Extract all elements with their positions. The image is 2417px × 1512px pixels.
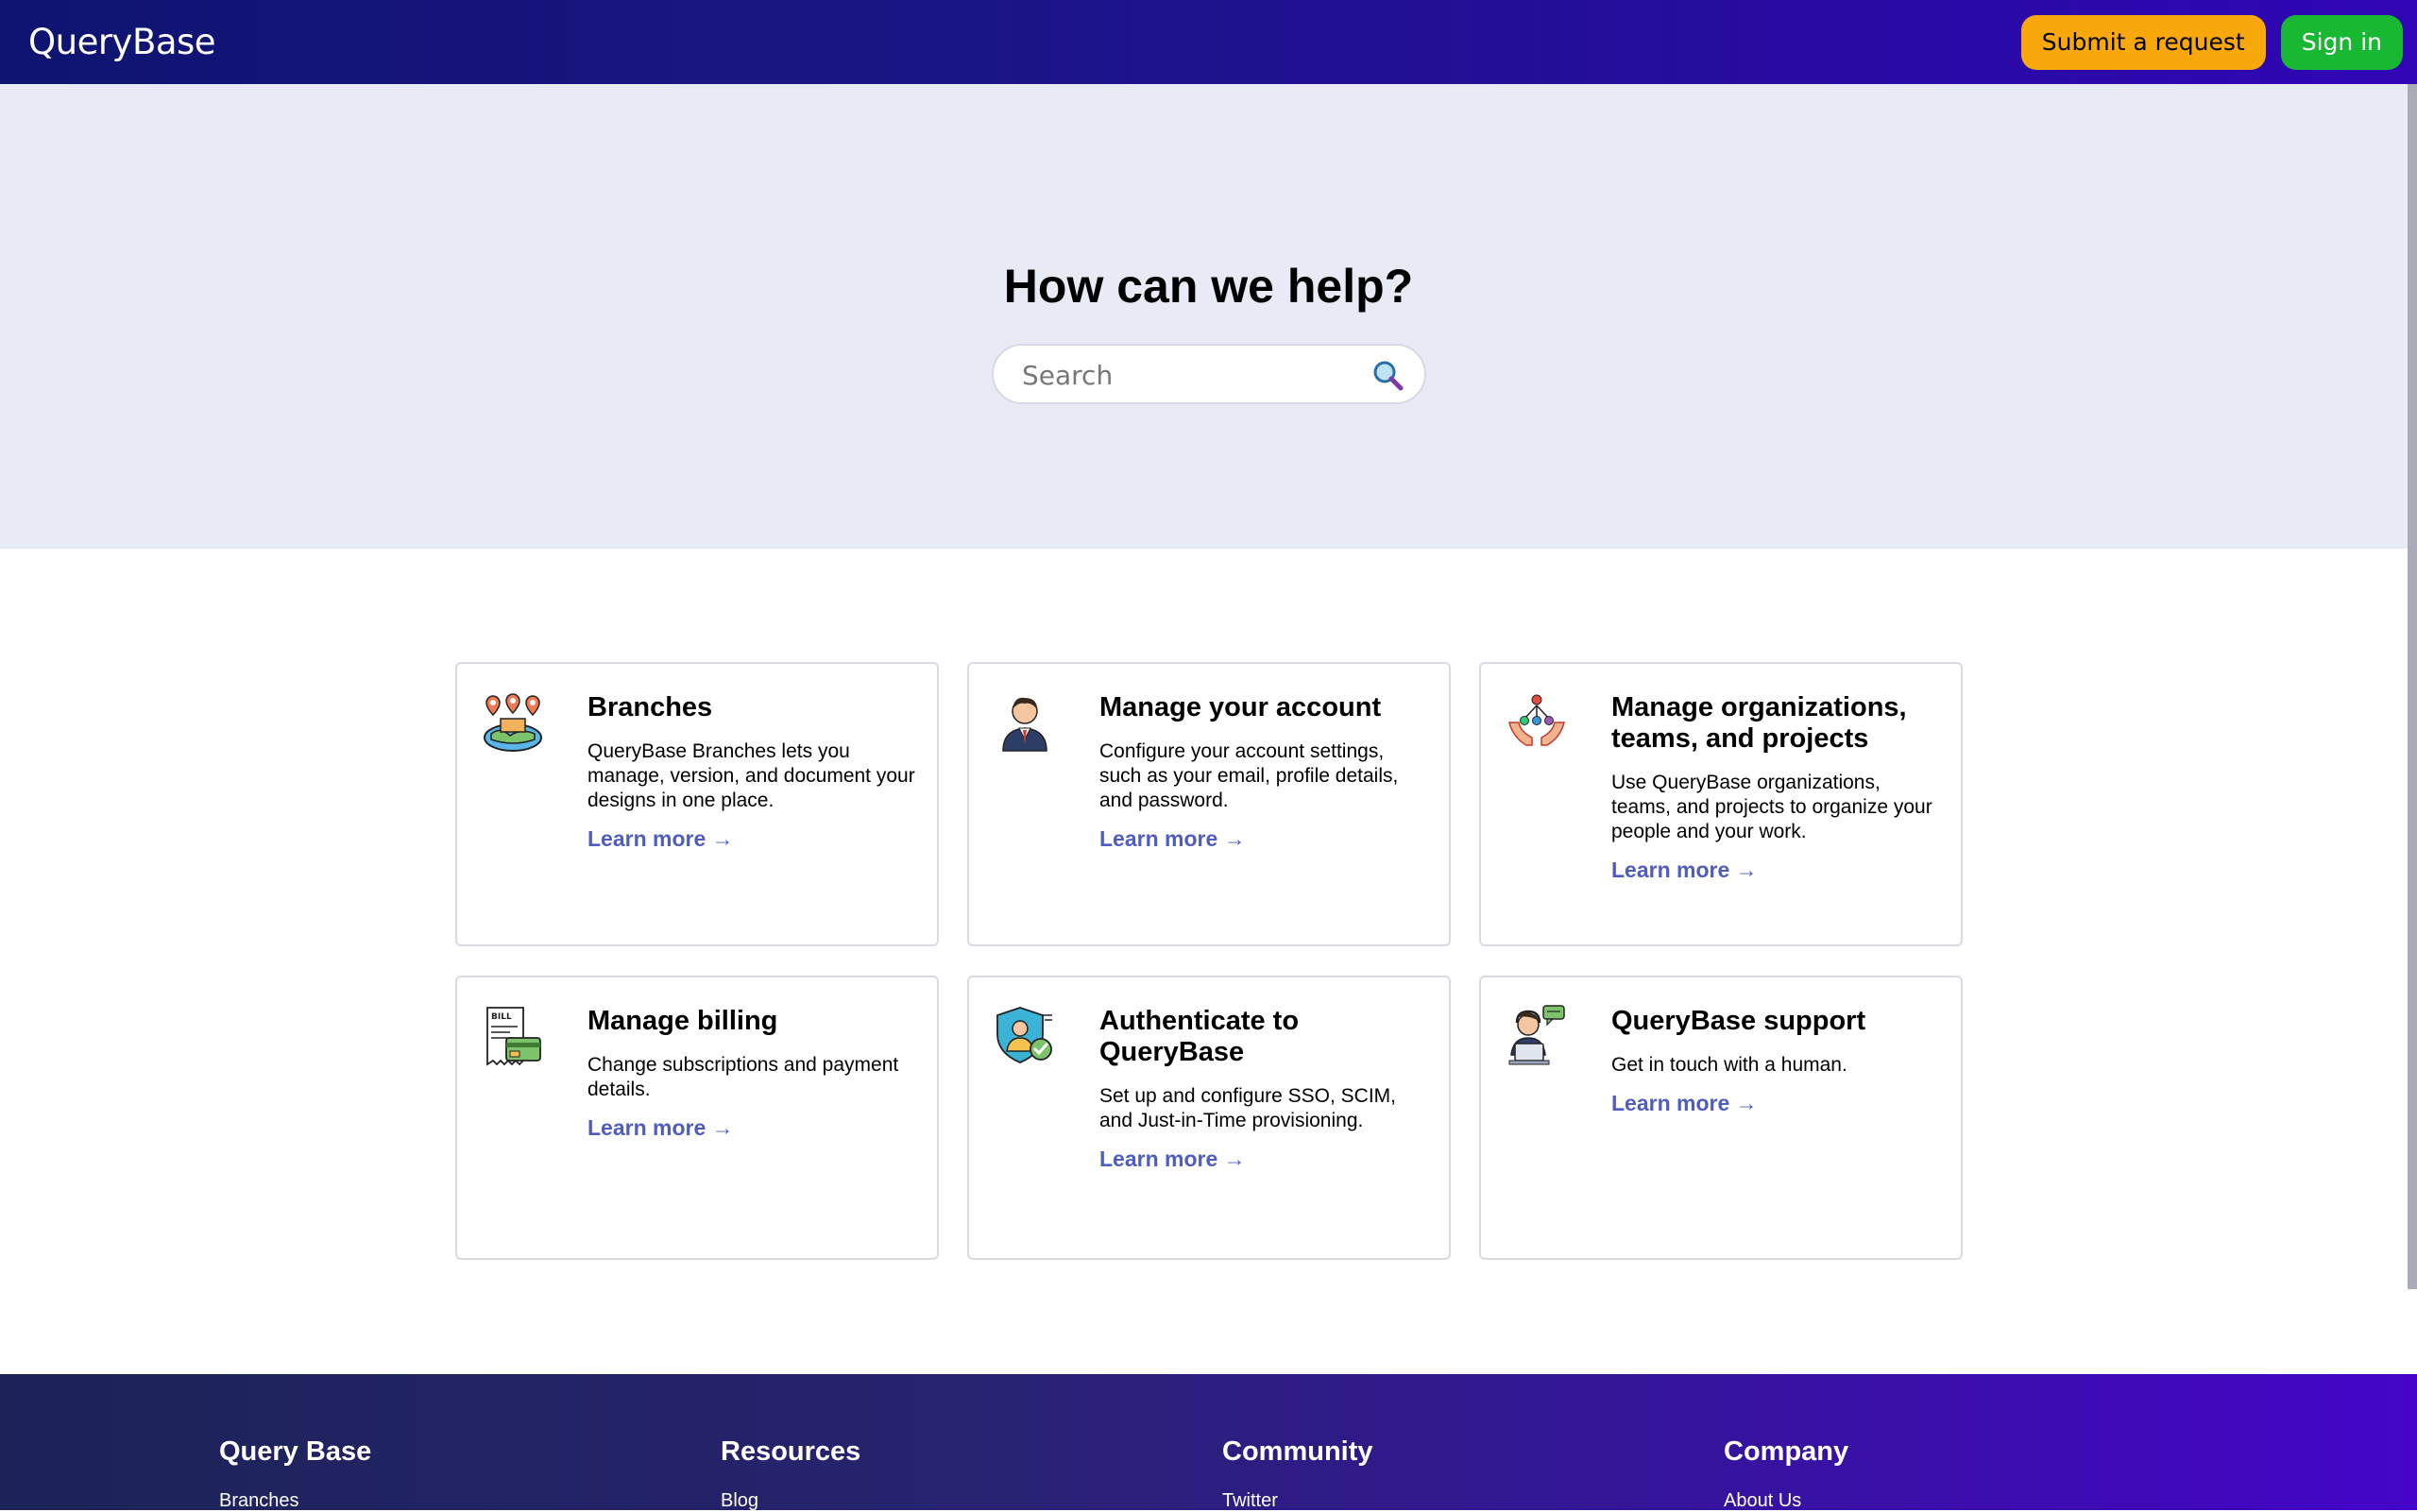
card-title: Manage organizations, teams, and project… bbox=[1611, 692, 1907, 754]
card-body: QueryBase support Get in touch with a hu… bbox=[1611, 1006, 1942, 1116]
card-manage-billing[interactable]: BILL Manage billing Change subscriptions… bbox=[455, 976, 939, 1260]
top-navbar: QueryBase Submit a request Sign in bbox=[0, 0, 2417, 84]
card-manage-account[interactable]: Manage your account Configure your accou… bbox=[967, 662, 1451, 946]
svg-text:BILL: BILL bbox=[491, 1012, 512, 1022]
footer: Query Base Branches Resources Blog Commu… bbox=[0, 1374, 2417, 1512]
card-body: Manage billing Change subscriptions and … bbox=[587, 1006, 918, 1141]
card-title: Branches bbox=[587, 692, 713, 722]
card-description: Set up and configure SSO, SCIM, and Just… bbox=[1099, 1085, 1396, 1131]
learn-more-link[interactable]: Learn more → bbox=[1611, 1091, 1758, 1116]
hero-title: How can we help? bbox=[1003, 260, 1414, 313]
learn-more-link[interactable]: Learn more → bbox=[1611, 858, 1758, 883]
card-description: Configure your account settings, such as… bbox=[1099, 740, 1399, 811]
page-scrollbar[interactable] bbox=[2408, 84, 2417, 1289]
card-authenticate[interactable]: Authenticate to QueryBase Set up and con… bbox=[967, 976, 1451, 1260]
organization-hands-icon bbox=[1508, 694, 1565, 746]
footer-link[interactable]: Branches bbox=[219, 1490, 371, 1512]
card-body: Manage organizations, teams, and project… bbox=[1611, 692, 1942, 883]
card-body: Branches QueryBase Branches lets you man… bbox=[587, 692, 918, 852]
logo[interactable]: QueryBase bbox=[28, 22, 216, 62]
card-description: QueryBase Branches lets you manage, vers… bbox=[587, 740, 915, 811]
card-title: Manage billing bbox=[587, 1006, 778, 1036]
learn-more-link[interactable]: Learn more → bbox=[1099, 826, 1246, 852]
learn-more-link[interactable]: Learn more → bbox=[587, 1115, 734, 1141]
search-box[interactable] bbox=[992, 344, 1426, 404]
learn-more-link[interactable]: Learn more → bbox=[1099, 1147, 1246, 1172]
card-body: Authenticate to QueryBase Set up and con… bbox=[1099, 1006, 1430, 1172]
submit-request-button[interactable]: Submit a request bbox=[2020, 14, 2266, 70]
card-description: Get in touch with a human. bbox=[1611, 1054, 1847, 1076]
sign-in-button[interactable]: Sign in bbox=[2280, 14, 2403, 70]
bill-card-icon: BILL bbox=[486, 1007, 541, 1066]
card-title: Authenticate to QueryBase bbox=[1099, 1006, 1300, 1067]
user-account-icon bbox=[1002, 697, 1047, 752]
card-description: Change subscriptions and payment details… bbox=[587, 1054, 899, 1100]
footer-column-community: Community Twitter bbox=[1222, 1436, 1373, 1512]
card-title: Manage your account bbox=[1099, 692, 1382, 722]
card-body: Manage your account Configure your accou… bbox=[1099, 692, 1430, 852]
footer-column-querybase: Query Base Branches bbox=[219, 1436, 371, 1512]
learn-more-link[interactable]: Learn more → bbox=[587, 826, 734, 852]
footer-column-title: Query Base bbox=[219, 1436, 372, 1467]
card-support[interactable]: QueryBase support Get in touch with a hu… bbox=[1479, 976, 1963, 1260]
card-branches[interactable]: Branches QueryBase Branches lets you man… bbox=[455, 662, 939, 946]
search-input[interactable] bbox=[1020, 355, 1364, 395]
hero-section: How can we help? bbox=[0, 84, 2417, 549]
footer-column-resources: Resources Blog bbox=[721, 1436, 860, 1512]
support-agent-icon bbox=[1508, 1005, 1565, 1065]
footer-link[interactable]: Twitter bbox=[1222, 1490, 1373, 1512]
footer-link[interactable]: Blog bbox=[721, 1490, 860, 1512]
footer-column-title: Company bbox=[1724, 1436, 1849, 1467]
nav-actions: Submit a request Sign in bbox=[2020, 14, 2403, 70]
footer-column-title: Community bbox=[1222, 1436, 1373, 1467]
card-title: QueryBase support bbox=[1611, 1006, 1866, 1036]
search-icon[interactable] bbox=[1371, 359, 1404, 391]
map-pins-icon bbox=[484, 693, 542, 752]
shield-user-icon bbox=[996, 1007, 1052, 1063]
footer-column-title: Resources bbox=[721, 1436, 861, 1467]
footer-column-company: Company About Us bbox=[1724, 1436, 1848, 1512]
card-description: Use QueryBase organizations, teams, and … bbox=[1611, 772, 1932, 842]
footer-link[interactable]: About Us bbox=[1724, 1490, 1848, 1512]
card-manage-organizations[interactable]: Manage organizations, teams, and project… bbox=[1479, 662, 1963, 946]
